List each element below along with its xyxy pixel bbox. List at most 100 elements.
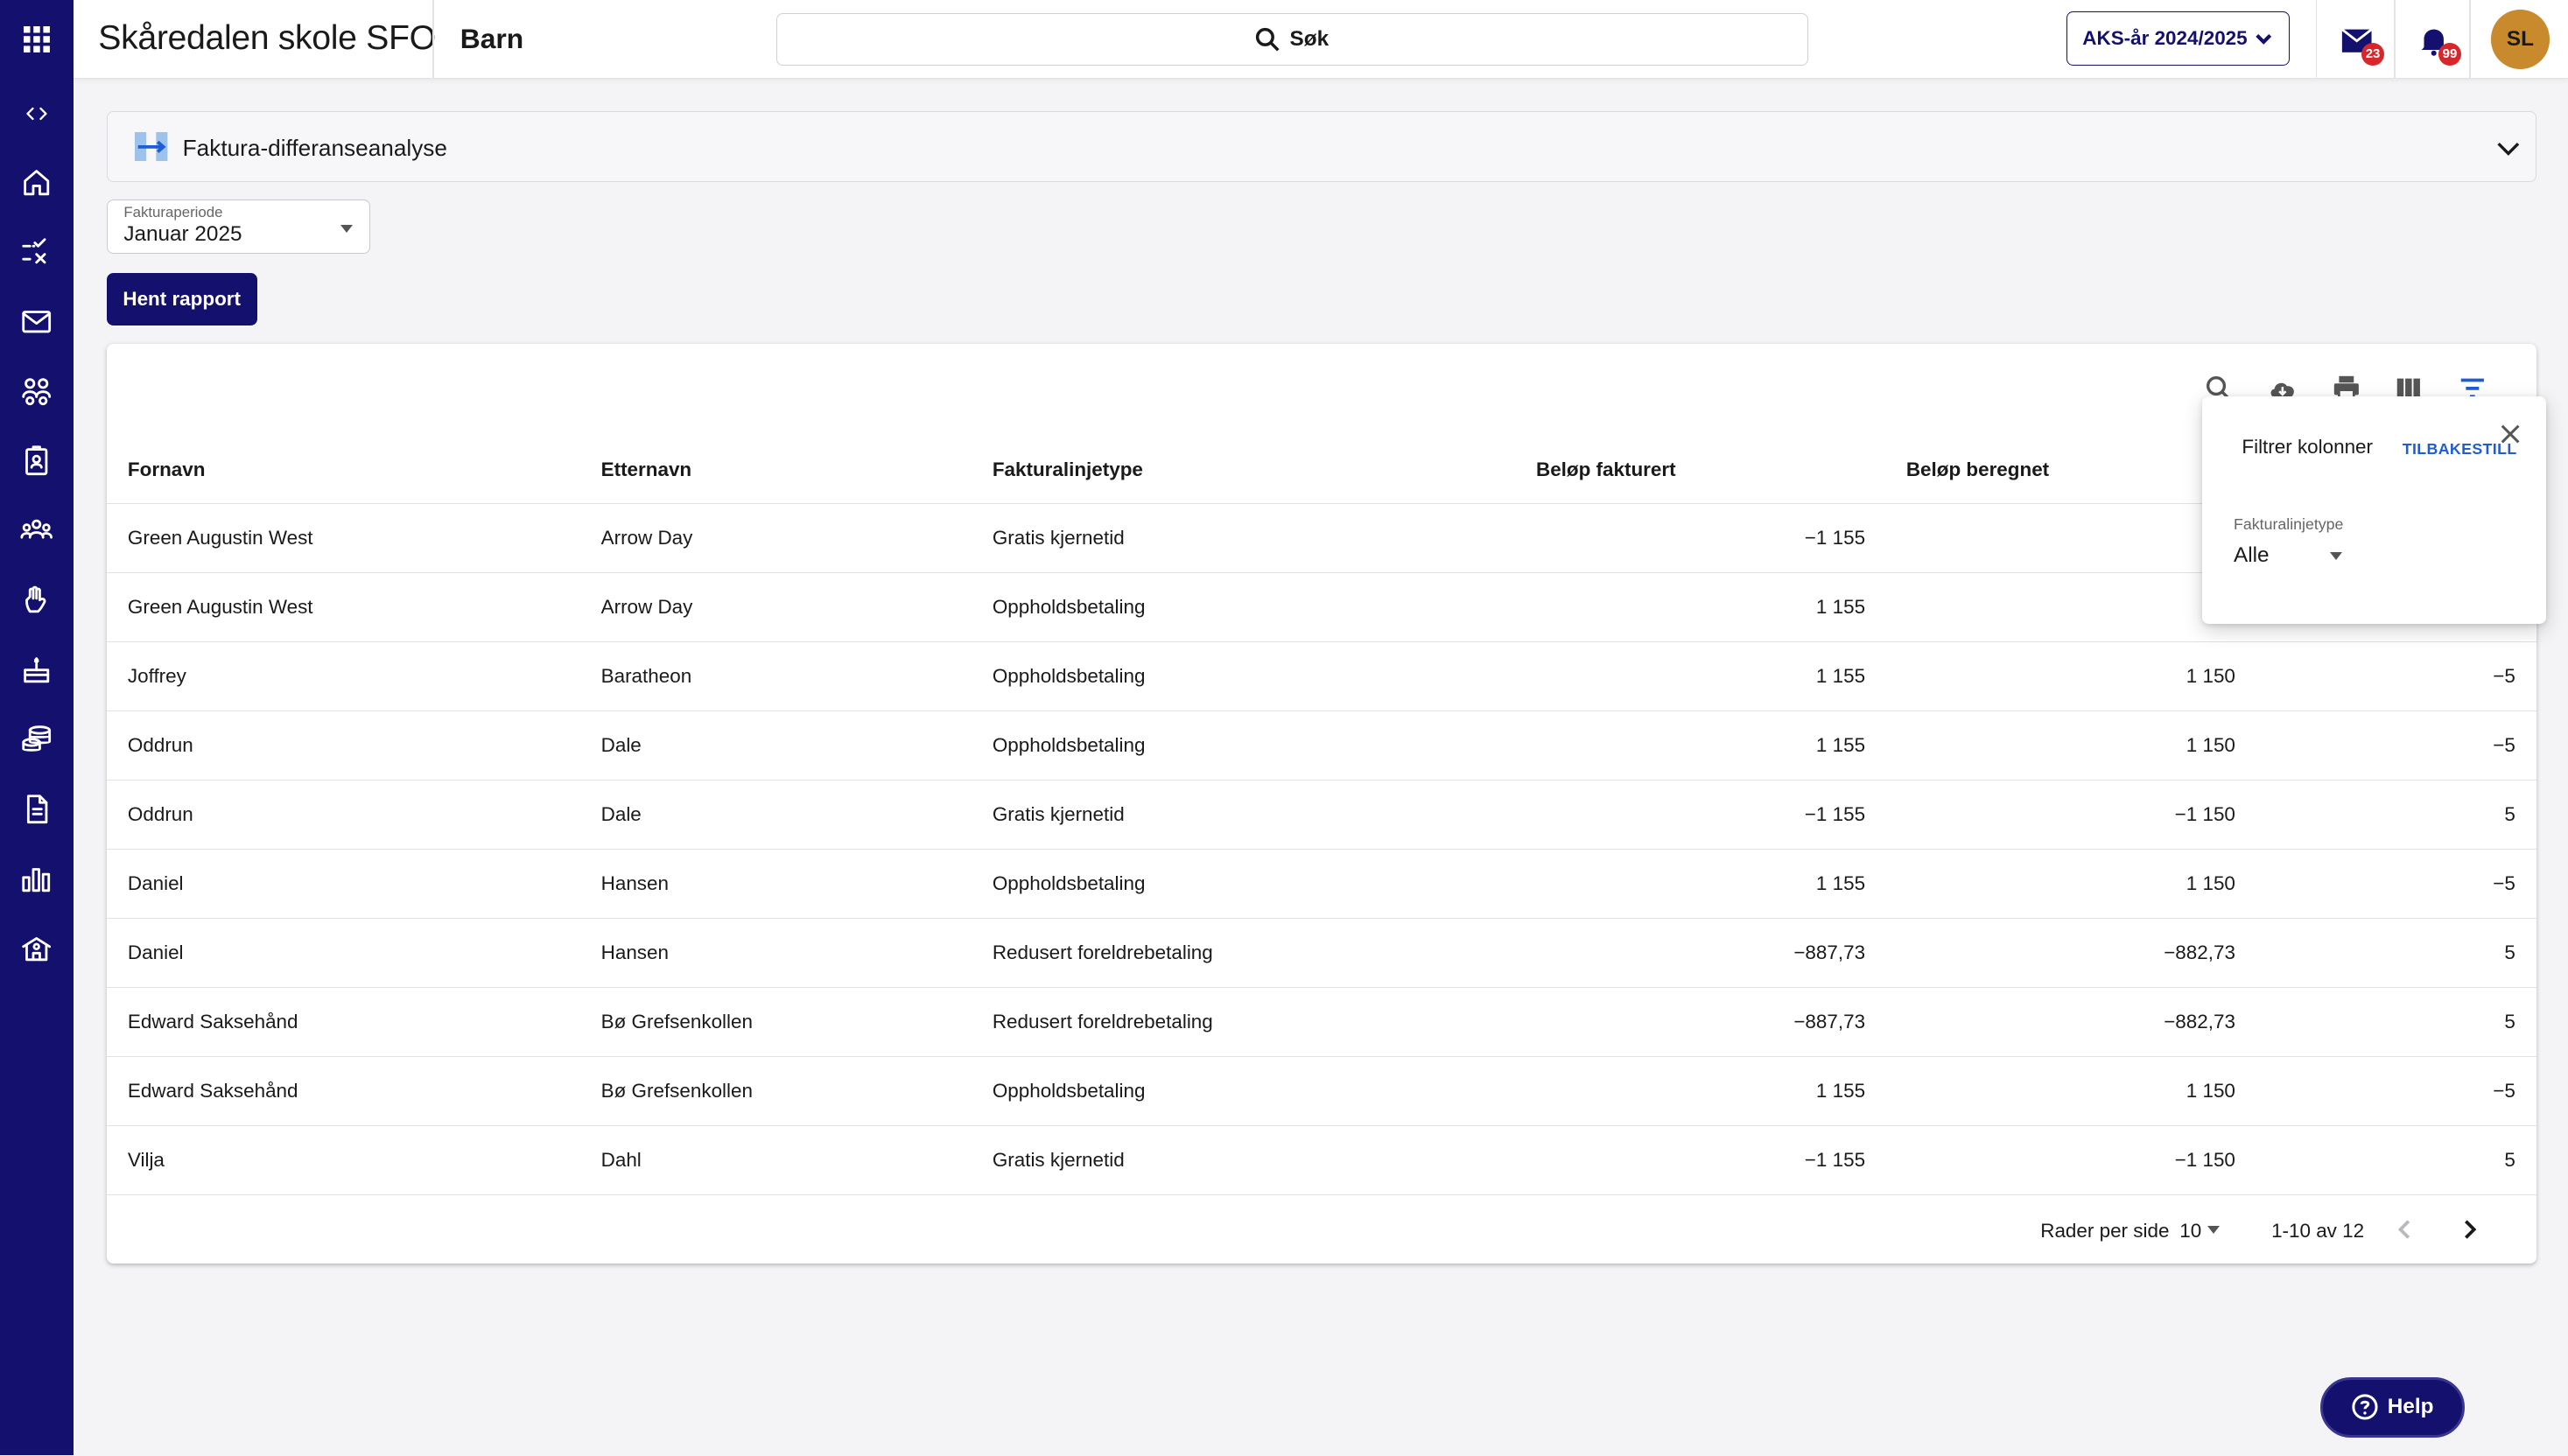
cell-amount-invoiced: 1 155 bbox=[1815, 734, 1866, 757]
cell-first-name: Oddrun bbox=[127, 803, 193, 826]
cell-line-type: Gratis kjernetid bbox=[992, 803, 1125, 826]
invoice-period-value: Januar 2025 bbox=[123, 221, 242, 246]
dropdown-caret-icon bbox=[340, 225, 354, 233]
next-page-button[interactable] bbox=[2453, 1213, 2486, 1245]
cell-amount-invoiced: −1 155 bbox=[1804, 527, 1866, 550]
cell-amount-invoiced: −887,73 bbox=[1793, 942, 1866, 964]
school-year-select[interactable]: AKS-år 2024/2025 bbox=[2066, 11, 2290, 66]
cell-amount-invoiced: −1 155 bbox=[1804, 803, 1866, 826]
report-accordion[interactable]: Faktura-differanseanalyse bbox=[106, 111, 2537, 182]
cell-amount-invoiced: −1 155 bbox=[1804, 1149, 1866, 1172]
column-header-amount-calculated[interactable]: Beløp beregnet bbox=[1906, 458, 2049, 481]
home-icon[interactable] bbox=[0, 148, 74, 218]
section-title: Barn bbox=[460, 23, 524, 55]
cell-line-type: Redusert foreldrebetaling bbox=[992, 1011, 1213, 1033]
cell-difference: −5 bbox=[2493, 665, 2515, 688]
table-row: Daniel Hansen Oppholdsbetaling 1 155 1 1… bbox=[106, 850, 2537, 919]
close-icon[interactable] bbox=[2499, 423, 2522, 445]
table-row: Edward Saksehånd Bø Grefsenkollen Opphol… bbox=[106, 1057, 2537, 1126]
children-icon[interactable] bbox=[0, 357, 74, 427]
coins-icon[interactable] bbox=[0, 704, 74, 774]
header-divider bbox=[432, 0, 434, 79]
column-header-last-name[interactable]: Etternavn bbox=[601, 458, 692, 481]
cell-first-name: Daniel bbox=[127, 872, 184, 895]
cake-icon[interactable] bbox=[0, 635, 74, 705]
notifications-badge: 99 bbox=[2438, 42, 2462, 66]
collapse-toggle-icon[interactable] bbox=[0, 79, 74, 149]
table-row: Daniel Hansen Redusert foreldrebetaling … bbox=[106, 919, 2537, 988]
search-input[interactable]: Søk bbox=[775, 12, 1808, 66]
cell-difference: 5 bbox=[2504, 803, 2515, 826]
cell-last-name: Arrow Day bbox=[600, 527, 693, 550]
cell-line-type: Oppholdsbetaling bbox=[992, 872, 1146, 895]
header-divider bbox=[2315, 0, 2318, 79]
cell-last-name: Bø Grefsenkollen bbox=[600, 1011, 753, 1033]
cell-difference: 5 bbox=[2504, 942, 2515, 964]
badge-icon[interactable] bbox=[0, 426, 74, 496]
rows-per-page-label: Rader per side bbox=[2040, 1219, 2170, 1242]
cell-difference: −5 bbox=[2493, 1080, 2515, 1102]
dropdown-caret-icon[interactable] bbox=[2330, 551, 2343, 560]
cell-amount-invoiced: −887,73 bbox=[1793, 1011, 1866, 1033]
cell-difference: 5 bbox=[2504, 1011, 2515, 1033]
messages-badge: 23 bbox=[2361, 42, 2385, 66]
fetch-report-button[interactable]: Hent rapport bbox=[106, 273, 257, 326]
cell-last-name: Dale bbox=[600, 734, 642, 757]
cell-last-name: Arrow Day bbox=[600, 596, 693, 619]
cell-line-type: Oppholdsbetaling bbox=[992, 596, 1146, 619]
filter-field-select[interactable]: Alle bbox=[2234, 543, 2270, 568]
cell-amount-calculated: 1 150 bbox=[2186, 872, 2235, 895]
cell-amount-calculated: −1 150 bbox=[2174, 1149, 2235, 1172]
hand-icon[interactable] bbox=[0, 565, 74, 635]
cell-amount-calculated: −882,73 bbox=[2164, 942, 2235, 964]
dropdown-caret-icon[interactable] bbox=[2207, 1226, 2221, 1235]
search-label: Søk bbox=[1289, 26, 1330, 51]
table-header-row: Fornavn Etternavn Fakturalinjetype Beløp… bbox=[106, 432, 2537, 505]
table-row: Edward Saksehånd Bø Grefsenkollen Reduse… bbox=[106, 988, 2537, 1057]
cell-line-type: Oppholdsbetaling bbox=[992, 665, 1146, 688]
app-title: Skåredalen skole SFO bbox=[98, 18, 436, 57]
invoice-period-label: Fakturaperiode bbox=[123, 203, 223, 220]
column-header-amount-invoiced[interactable]: Beløp fakturert bbox=[1536, 458, 1676, 481]
chevron-left-icon bbox=[2398, 1220, 2410, 1239]
cell-line-type: Oppholdsbetaling bbox=[992, 1080, 1146, 1102]
messages-button[interactable]: 23 bbox=[2339, 23, 2385, 66]
report-title: Faktura-differanseanalyse bbox=[182, 135, 447, 162]
table-row: Green Augustin West Arrow Day Oppholdsbe… bbox=[106, 573, 2537, 643]
apps-grid-icon[interactable] bbox=[0, 0, 74, 79]
report-table: Fornavn Etternavn Fakturalinjetype Beløp… bbox=[106, 343, 2537, 1264]
top-header: Skåredalen skole SFO Barn Søk AKS-år 202… bbox=[74, 0, 2568, 79]
cell-line-type: Gratis kjernetid bbox=[992, 1149, 1125, 1172]
avatar[interactable]: SL bbox=[2490, 10, 2550, 69]
bar-chart-icon[interactable] bbox=[0, 844, 74, 914]
mail-icon[interactable] bbox=[0, 287, 74, 357]
cell-first-name: Daniel bbox=[127, 942, 184, 964]
cell-amount-invoiced: 1 155 bbox=[1815, 665, 1866, 688]
groups-icon[interactable] bbox=[0, 496, 74, 566]
notifications-button[interactable]: 99 bbox=[2416, 23, 2462, 66]
column-header-line-type[interactable]: Fakturalinjetype bbox=[993, 458, 1143, 481]
header-divider bbox=[2394, 0, 2396, 79]
pagination: Rader per side 10 1-10 av 12 bbox=[107, 1195, 2537, 1264]
cell-amount-calculated: −1 150 bbox=[2174, 803, 2235, 826]
invoice-period-select[interactable]: Fakturaperiode Januar 2025 bbox=[106, 200, 370, 254]
sidebar bbox=[0, 0, 74, 1456]
table-row: Oddrun Dale Oppholdsbetaling 1 155 1 150… bbox=[106, 711, 2537, 781]
difference-analysis-icon bbox=[135, 131, 168, 162]
attendance-checklist-icon[interactable] bbox=[0, 218, 74, 288]
cell-last-name: Dale bbox=[600, 803, 642, 826]
previous-page-button[interactable] bbox=[2389, 1213, 2422, 1245]
cell-amount-invoiced: 1 155 bbox=[1815, 596, 1866, 619]
rows-per-page-select[interactable]: 10 bbox=[2179, 1220, 2201, 1242]
help-button[interactable]: Help bbox=[2320, 1376, 2465, 1438]
column-header-first-name[interactable]: Fornavn bbox=[128, 458, 206, 481]
cell-last-name: Hansen bbox=[600, 872, 669, 895]
filter-popover-title: Filtrer kolonner bbox=[2242, 435, 2374, 458]
document-icon[interactable] bbox=[0, 774, 74, 844]
chevron-down-icon bbox=[2256, 33, 2272, 45]
cell-amount-calculated: 1 150 bbox=[2186, 1080, 2235, 1102]
school-icon[interactable] bbox=[0, 914, 74, 984]
table-row: Oddrun Dale Gratis kjernetid −1 155 −1 1… bbox=[106, 780, 2537, 850]
chevron-down-icon[interactable] bbox=[2494, 134, 2523, 164]
table-body: Green Augustin West Arrow Day Gratis kje… bbox=[106, 504, 2537, 1195]
